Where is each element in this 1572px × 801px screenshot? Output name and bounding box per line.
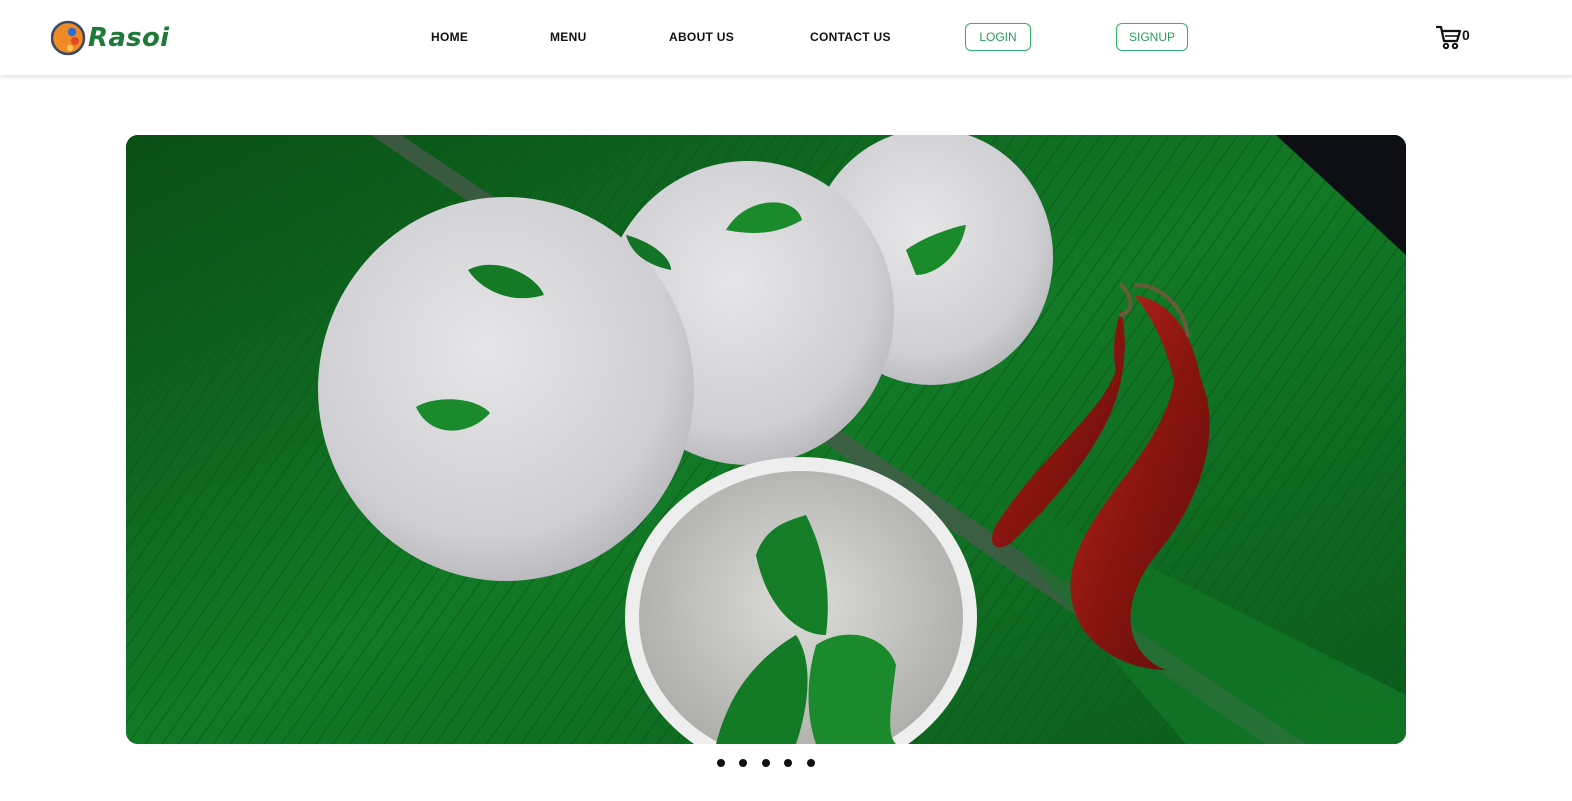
nav-about-link[interactable]: ABOUT US (669, 30, 734, 44)
cart-button[interactable]: 0 (1435, 24, 1470, 55)
hero-image (126, 135, 1406, 744)
cart-icon (1435, 24, 1462, 55)
carousel-dot-4[interactable] (784, 759, 792, 767)
brand-logo[interactable]: Rasoi (50, 19, 170, 57)
nav-home-link[interactable]: HOME (431, 30, 468, 44)
navbar: Rasoi HOME MENU ABOUT US CONTACT US LOGI… (0, 0, 1572, 75)
hero-carousel-slide (126, 135, 1406, 744)
signup-button[interactable]: SIGNUP (1116, 23, 1188, 51)
carousel-dot-2[interactable] (739, 759, 747, 767)
login-button[interactable]: LOGIN (965, 23, 1031, 51)
carousel-dot-1[interactable] (717, 759, 725, 767)
nav-contact-link[interactable]: CONTACT US (810, 30, 891, 44)
carousel-dot-5[interactable] (807, 759, 815, 767)
logo-icon (50, 20, 87, 56)
carousel-dot-3[interactable] (762, 759, 770, 767)
nav-menu-link[interactable]: MENU (550, 30, 587, 44)
carousel-indicators (0, 758, 1572, 768)
brand-name: Rasoi (88, 23, 170, 53)
cart-count: 0 (1462, 27, 1470, 43)
